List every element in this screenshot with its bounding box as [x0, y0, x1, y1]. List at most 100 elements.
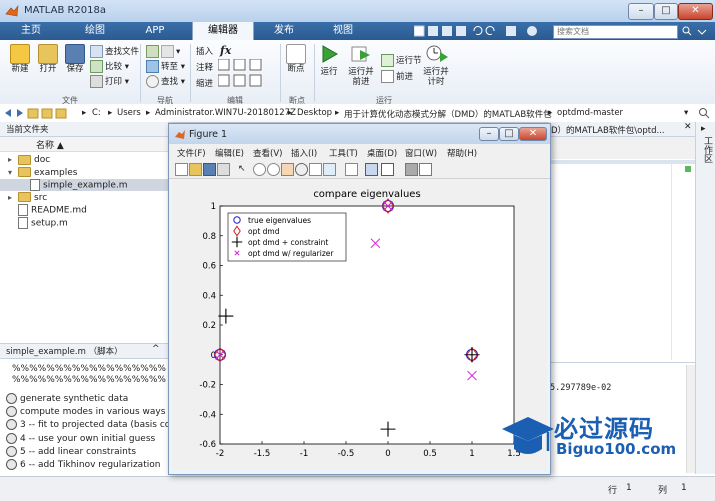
- folder-root-icon[interactable]: [55, 108, 67, 119]
- tab-view[interactable]: 视图: [320, 22, 366, 40]
- breadcrumb-users[interactable]: Users: [117, 108, 141, 118]
- outline-item[interactable]: generate synthetic data: [6, 393, 128, 406]
- file-row[interactable]: simple_example.m: [0, 179, 168, 191]
- name-column-header[interactable]: 名称 ▲: [36, 138, 64, 151]
- qa-help-icon[interactable]: [527, 26, 537, 36]
- rotate-3d-icon[interactable]: [295, 163, 308, 176]
- file-row[interactable]: README.md: [0, 204, 168, 216]
- print-figure-icon[interactable]: [217, 163, 230, 176]
- data-cursor-icon[interactable]: [309, 163, 322, 176]
- qa-paste-icon[interactable]: [456, 26, 466, 36]
- uncomment-icon[interactable]: [249, 59, 262, 71]
- outline-item[interactable]: 5 -- add linear constraints: [6, 445, 136, 459]
- details-collapse-icon[interactable]: ^: [152, 344, 160, 354]
- zoom-in-icon[interactable]: [253, 163, 266, 176]
- search-icon[interactable]: [682, 26, 692, 36]
- figure-menu-item[interactable]: 工具(T): [329, 147, 358, 159]
- figure-menu-item[interactable]: 帮助(H): [447, 147, 477, 159]
- breadcrumb-desktop[interactable]: Desktop: [297, 108, 332, 118]
- expand-toggle-icon[interactable]: ▸: [8, 192, 18, 204]
- save-figure-icon[interactable]: [203, 163, 216, 176]
- edit-plot-icon[interactable]: ↖: [237, 163, 250, 176]
- tab-editor[interactable]: 编辑器: [192, 22, 254, 41]
- nav-back-forward[interactable]: ▾: [146, 45, 180, 58]
- open-file-icon[interactable]: [189, 163, 202, 176]
- save-button[interactable]: 保存: [62, 44, 88, 74]
- tab-plots[interactable]: 绘图: [70, 22, 120, 40]
- qa-cut-icon[interactable]: [428, 26, 438, 36]
- outline-item[interactable]: 6 -- add Tikhinov regularization: [6, 459, 160, 472]
- file-row[interactable]: ▾ examples: [0, 167, 168, 179]
- advance-button[interactable]: 前进: [381, 70, 413, 83]
- expand-toggle-icon[interactable]: ▸: [8, 154, 18, 166]
- figure-menu-item[interactable]: 窗口(W): [405, 147, 437, 159]
- outline-item[interactable]: 3 -- fit to projected data (basis co...: [6, 419, 179, 432]
- figure-maximize-button[interactable]: □: [499, 127, 519, 141]
- address-dropdown-icon[interactable]: ▾: [684, 108, 688, 118]
- qa-switch-icon[interactable]: [506, 26, 516, 36]
- find-files-button[interactable]: 查找文件: [90, 45, 139, 58]
- file-row[interactable]: ▸ src: [0, 192, 168, 204]
- run-section-button[interactable]: 运行节: [381, 54, 422, 67]
- figure-title-bar[interactable]: Figure 1 – □ ✕: [169, 124, 550, 144]
- figure-menu-item[interactable]: 编辑(E): [215, 147, 244, 159]
- link-plot-icon[interactable]: [345, 163, 358, 176]
- minimize-button[interactable]: –: [628, 3, 654, 20]
- brush-icon[interactable]: [323, 163, 336, 176]
- breadcrumb-package[interactable]: 用于计算优化动态模式分解（DMD）的MATLAB软件包: [344, 108, 552, 120]
- figure-menu-item[interactable]: 文件(F): [177, 147, 206, 159]
- new-button[interactable]: 新建: [6, 44, 34, 74]
- breadcrumb-admin[interactable]: Administrator.WIN7U-20180127Z: [155, 108, 296, 118]
- expand-toggle-icon[interactable]: ▾: [8, 167, 18, 179]
- tab-apps[interactable]: APP: [133, 22, 177, 40]
- close-button[interactable]: ✕: [678, 3, 713, 20]
- maximize-button[interactable]: □: [654, 3, 678, 20]
- smart-indent-icon[interactable]: [218, 74, 230, 87]
- find-button[interactable]: 查找 ▾: [146, 75, 185, 88]
- qa-undo-icon[interactable]: [473, 26, 483, 35]
- outline-item[interactable]: 4 -- use your own initial guess: [6, 432, 155, 446]
- forward-icon[interactable]: [17, 109, 23, 117]
- breakpoints-button[interactable]: 断点: [283, 44, 309, 74]
- outline-item[interactable]: compute modes in various ways: [6, 406, 165, 419]
- figure-menu-item[interactable]: 插入(I): [291, 147, 317, 159]
- file-row[interactable]: setup.m: [0, 216, 168, 229]
- up-folder-icon[interactable]: [27, 108, 39, 119]
- qa-copy-icon[interactable]: [442, 26, 452, 36]
- insert-button[interactable]: 插入: [196, 45, 213, 57]
- figure-minimize-button[interactable]: –: [479, 127, 499, 141]
- comment-button[interactable]: 注释: [196, 61, 213, 73]
- show-tools-icon[interactable]: [419, 163, 432, 176]
- tab-publish[interactable]: 发布: [260, 22, 308, 40]
- wrap-icon[interactable]: [233, 59, 246, 71]
- back-icon[interactable]: [5, 109, 11, 117]
- increase-indent-icon[interactable]: [233, 74, 246, 87]
- zoom-out-icon[interactable]: [267, 163, 280, 176]
- run-and-time-button[interactable]: 运行并 计时: [420, 44, 452, 87]
- open-button[interactable]: 打开: [34, 44, 62, 74]
- run-button[interactable]: 运行: [316, 44, 342, 77]
- qa-save-icon[interactable]: [414, 25, 425, 37]
- decrease-indent-icon[interactable]: [249, 74, 262, 87]
- qa-redo-icon[interactable]: [485, 26, 495, 35]
- search-docs-input[interactable]: 搜索文档: [553, 25, 678, 39]
- file-row[interactable]: ▸ doc: [0, 154, 168, 166]
- hide-tools-icon[interactable]: [405, 163, 418, 176]
- editor-close-icon[interactable]: ✕: [684, 122, 692, 132]
- legend-icon[interactable]: [381, 163, 394, 176]
- figure-menu-item[interactable]: 桌面(D): [367, 147, 397, 159]
- breadcrumb-drive[interactable]: C:: [92, 108, 101, 118]
- tab-home[interactable]: 主页: [10, 22, 52, 40]
- ribbon-collapse-icon[interactable]: [697, 27, 707, 37]
- figure-close-button[interactable]: ✕: [519, 127, 547, 141]
- browse-folder-icon[interactable]: [41, 108, 53, 119]
- print-button[interactable]: 打印 ▾: [90, 75, 129, 88]
- percent-icon[interactable]: [218, 59, 230, 71]
- pan-icon[interactable]: [281, 163, 294, 176]
- insert-function-button[interactable]: fx: [220, 44, 231, 57]
- eigenvalue-chart[interactable]: compare eigenvalues-2 -1.5 -1 -0.5 0 0.5 1 1.5-…: [172, 180, 547, 470]
- new-figure-icon[interactable]: [175, 163, 188, 176]
- compare-button[interactable]: 比较 ▾: [90, 60, 129, 73]
- colorbar-icon[interactable]: [365, 163, 378, 176]
- plot-area[interactable]: compare eigenvalues -2 -1.5 -1 -0.5 0 0.5 1 1.5-…: [172, 180, 547, 470]
